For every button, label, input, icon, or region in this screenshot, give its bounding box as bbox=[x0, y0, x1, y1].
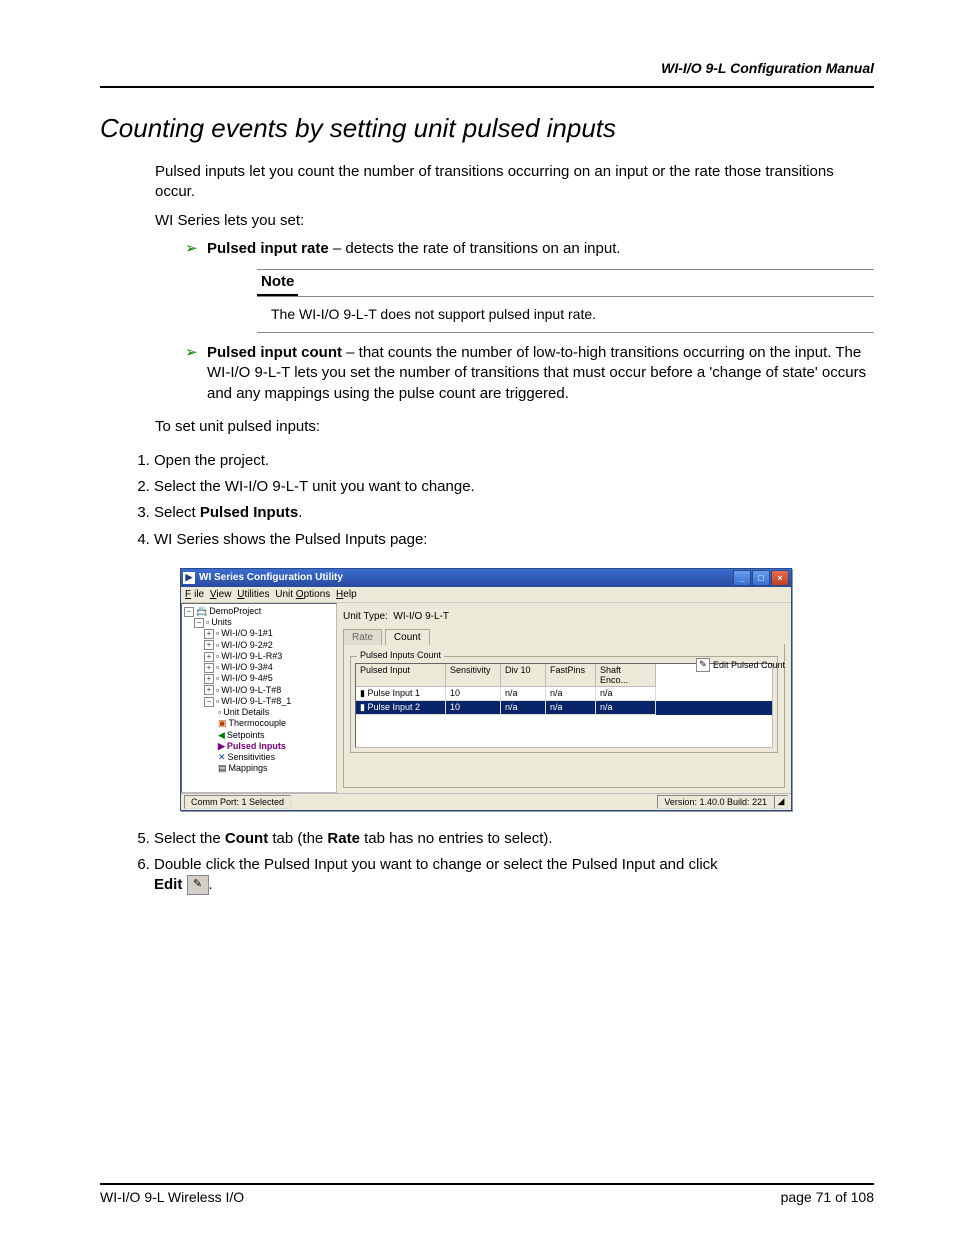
project-tree[interactable]: −📇DemoProject −▫Units +▫WI-I/O 9-1#1 +▫W… bbox=[181, 603, 337, 793]
grid-row[interactable]: ▮ Pulse Input 1 10 n/a n/a n/a bbox=[356, 687, 772, 701]
unit-type-label: Unit Type: WI-I/O 9-L-T bbox=[343, 611, 785, 622]
section-heading: Counting events by setting unit pulsed i… bbox=[100, 113, 874, 144]
statusbar: Comm Port: 1 Selected Version: 1.40.0 Bu… bbox=[181, 793, 791, 810]
note-body: The WI-I/O 9-L-T does not support pulsed… bbox=[257, 296, 874, 333]
pulsed-inputs-grid[interactable]: Pulsed Input Sensitivity Div 10 FastPins… bbox=[355, 663, 773, 748]
step-4: WI Series shows the Pulsed Inputs page: bbox=[154, 530, 874, 550]
step-2: Select the WI-I/O 9-L-T unit you want to… bbox=[154, 477, 874, 497]
col-pulsed-input[interactable]: Pulsed Input bbox=[356, 664, 446, 687]
minimize-button[interactable]: _ bbox=[733, 570, 751, 586]
menu-help[interactable]: Help bbox=[336, 589, 357, 600]
app-window: ▶ WI Series Configuration Utility _ □ × … bbox=[180, 568, 792, 811]
footer-rule bbox=[100, 1183, 874, 1185]
step-1: Open the project. bbox=[154, 451, 874, 471]
maximize-button[interactable]: □ bbox=[752, 570, 770, 586]
bullet-pulsed-rate-term: Pulsed input rate bbox=[207, 240, 329, 257]
tab-rate[interactable]: Rate bbox=[343, 629, 382, 645]
bullet-pulsed-rate: Pulsed input rate – detects the rate of … bbox=[185, 239, 874, 333]
app-icon: ▶ bbox=[183, 572, 195, 584]
col-sensitivity[interactable]: Sensitivity bbox=[446, 664, 501, 687]
status-comm-port: Comm Port: 1 Selected bbox=[184, 795, 291, 809]
menu-utilities[interactable]: Utilities bbox=[237, 589, 269, 600]
menu-unit-options[interactable]: Unit Options bbox=[275, 589, 330, 600]
menubar: File View Utilities Unit Options Help bbox=[181, 587, 791, 603]
edit-icon-inline: ✎ bbox=[187, 875, 209, 895]
window-titlebar: ▶ WI Series Configuration Utility _ □ × bbox=[181, 569, 791, 587]
intro-paragraph-2: WI Series lets you set: bbox=[155, 211, 874, 231]
bullet-pulsed-rate-text: – detects the rate of transitions on an … bbox=[329, 240, 621, 257]
grid-row-selected[interactable]: ▮ Pulse Input 2 10 n/a n/a n/a bbox=[356, 701, 772, 715]
footer-left: WI-I/O 9-L Wireless I/O bbox=[100, 1189, 244, 1205]
step-3: Select Pulsed Inputs. bbox=[154, 503, 874, 523]
edit-icon: ✎ bbox=[696, 658, 710, 672]
note-label: Note bbox=[257, 270, 298, 296]
resize-grip-icon[interactable]: ◢ bbox=[774, 795, 788, 809]
bullet-pulsed-count-term: Pulsed input count bbox=[207, 344, 342, 361]
note-box: Note The WI-I/O 9-L-T does not support p… bbox=[257, 269, 874, 333]
tree-item-pulsed-inputs[interactable]: ▶Pulsed Inputs bbox=[184, 741, 334, 752]
intro-paragraph-1: Pulsed inputs let you count the number o… bbox=[155, 162, 874, 203]
bullet-pulsed-count: Pulsed input count – that counts the num… bbox=[185, 343, 874, 404]
col-fastpins[interactable]: FastPins bbox=[546, 664, 596, 687]
header-rule bbox=[100, 86, 874, 88]
status-version: Version: 1.40.0 Build: 221 bbox=[657, 795, 774, 809]
menu-view[interactable]: View bbox=[210, 589, 232, 600]
tab-count[interactable]: Count bbox=[385, 629, 430, 645]
col-shaft-enco[interactable]: Shaft Enco... bbox=[596, 664, 656, 687]
step-6: Double click the Pulsed Input you want t… bbox=[154, 855, 874, 896]
window-title: WI Series Configuration Utility bbox=[199, 572, 733, 583]
col-div10[interactable]: Div 10 bbox=[501, 664, 546, 687]
menu-file[interactable]: File bbox=[185, 589, 204, 600]
edit-pulsed-count-button[interactable]: ✎ Edit Pulsed Count bbox=[696, 658, 785, 672]
group-title: Pulsed Inputs Count bbox=[357, 650, 444, 660]
footer-page: page 71 of 108 bbox=[781, 1189, 874, 1205]
procedure-lead: To set unit pulsed inputs: bbox=[155, 418, 874, 435]
close-button[interactable]: × bbox=[771, 570, 789, 586]
header-title: WI-I/O 9-L Configuration Manual bbox=[100, 60, 874, 86]
step-5: Select the Count tab (the Rate tab has n… bbox=[154, 829, 874, 849]
tab-strip: Rate Count bbox=[343, 628, 785, 644]
